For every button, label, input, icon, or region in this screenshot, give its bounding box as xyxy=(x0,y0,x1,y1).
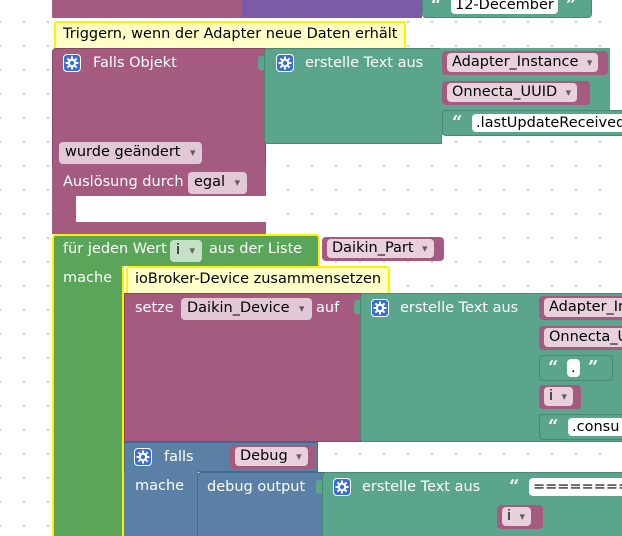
loop-do-label: mache xyxy=(63,270,113,286)
top-event-block-fragment xyxy=(52,0,242,18)
quote-open-icon: “ xyxy=(431,0,442,16)
consu-string-field[interactable]: .consu xyxy=(568,418,622,436)
trigger-by-label: Auslösung durch xyxy=(63,174,184,190)
quote-close-icon: ” xyxy=(588,357,599,378)
if-label: falls xyxy=(164,449,194,465)
gear-icon[interactable] xyxy=(134,448,152,466)
var-daikin-part[interactable]: Daikin_Part xyxy=(322,237,444,261)
gear-icon[interactable] xyxy=(63,54,81,72)
quote-close-icon: ” xyxy=(566,0,577,16)
top-time-block-fragment xyxy=(242,0,422,18)
device-comment[interactable]: ioBroker-Device zusammensetzen xyxy=(126,266,391,296)
gear-icon[interactable] xyxy=(371,299,389,317)
for-each-block-body xyxy=(52,266,124,536)
quote-open-icon: “ xyxy=(452,112,463,133)
create-text-label: erstelle Text aus xyxy=(362,479,481,495)
trigger-by-dropdown[interactable]: egal xyxy=(188,172,248,194)
loop-var-dropdown[interactable]: i xyxy=(170,240,203,262)
falls-objekt-label: Falls Objekt xyxy=(93,55,177,71)
date-string-field[interactable]: 12-December xyxy=(451,0,558,14)
quote-open-icon: “ xyxy=(548,416,559,437)
separator-string-field[interactable]: ========= xyxy=(529,478,622,496)
quote-open-icon: “ xyxy=(548,357,559,378)
gear-icon[interactable] xyxy=(276,54,294,72)
var-adapter-in[interactable]: Adapter_In xyxy=(539,296,622,320)
set-label: setze xyxy=(135,300,174,316)
condition-dropdown[interactable]: wurde geändert xyxy=(59,142,203,164)
for-each-label: für jeden Wert xyxy=(63,241,167,257)
trigger-comment[interactable]: Triggern, wenn der Adapter neue Daten er… xyxy=(54,21,407,51)
from-list-label: aus der Liste xyxy=(209,241,303,257)
if-do-label: mache xyxy=(135,478,185,494)
var-debug[interactable]: Debug xyxy=(230,445,316,469)
var-i[interactable]: i xyxy=(539,385,581,409)
debug-output-label: debug output xyxy=(207,479,306,495)
create-text-label: erstelle Text aus xyxy=(305,55,424,71)
to-label: auf xyxy=(316,300,340,316)
set-var-dropdown[interactable]: Daikin_Device xyxy=(181,298,312,320)
statement-slot xyxy=(76,196,266,222)
create-text-label: erstelle Text aus xyxy=(400,300,519,316)
var-onnecta-uuid[interactable]: Onnecta_UUID xyxy=(442,81,590,105)
gear-icon[interactable] xyxy=(333,478,351,496)
var-adapter-instance[interactable]: Adapter_Instance xyxy=(442,51,608,75)
var-onnecta-u[interactable]: Onnecta_U xyxy=(539,326,622,350)
input-notch xyxy=(354,300,360,314)
input-notch xyxy=(316,480,322,494)
dot-string-field[interactable]: . xyxy=(567,359,580,377)
input-notch xyxy=(258,56,264,70)
var-i[interactable]: i xyxy=(497,505,543,529)
last-update-string-field[interactable]: .lastUpdateReceived xyxy=(472,114,622,132)
on-object-change-block-foot xyxy=(52,222,266,234)
quote-open-icon: “ xyxy=(509,476,520,497)
